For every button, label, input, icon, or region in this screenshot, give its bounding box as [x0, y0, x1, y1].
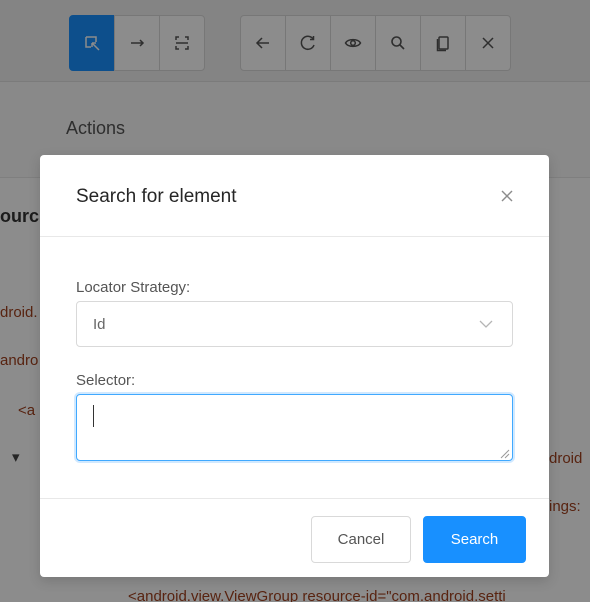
close-icon — [501, 190, 513, 202]
search-button[interactable]: Search — [423, 516, 526, 563]
modal-header: Search for element — [40, 155, 549, 237]
selector-input[interactable] — [76, 394, 513, 461]
locator-strategy-value: Id — [93, 316, 106, 333]
search-element-modal: Search for element Locator Strategy: Id … — [40, 155, 549, 577]
chevron-down-icon — [478, 316, 494, 332]
resize-grip-icon[interactable] — [499, 448, 510, 459]
locator-strategy-label: Locator Strategy: — [76, 279, 191, 296]
text-caret — [93, 405, 94, 427]
selector-label: Selector: — [76, 372, 136, 389]
cancel-button[interactable]: Cancel — [311, 516, 411, 563]
modal-close-button[interactable] — [496, 185, 518, 207]
locator-strategy-select[interactable]: Id — [76, 301, 513, 347]
modal-title: Search for element — [76, 186, 237, 207]
modal-footer: Cancel Search — [40, 498, 549, 577]
